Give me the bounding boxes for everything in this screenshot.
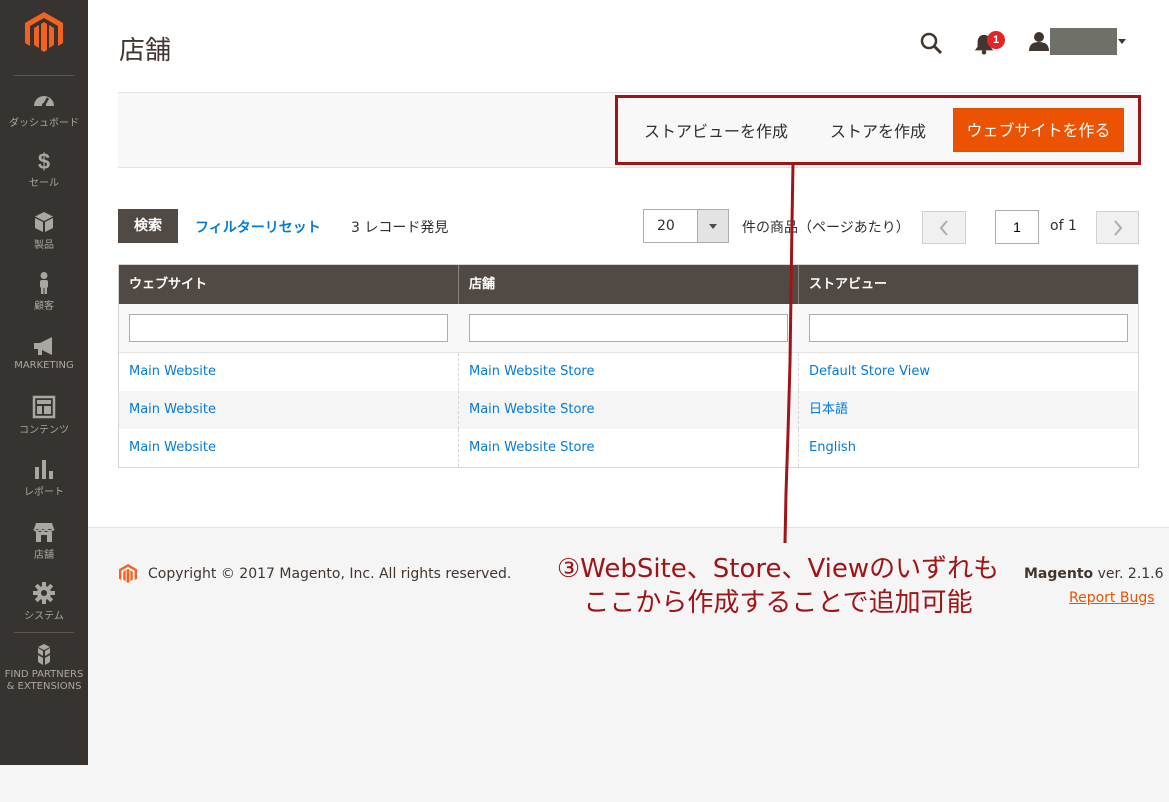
user-name[interactable]: admin: [1050, 28, 1117, 55]
sidebar-item-label: レポート: [24, 487, 64, 498]
page-number-input[interactable]: [995, 210, 1039, 244]
store-view-link[interactable]: 日本語: [799, 391, 1138, 429]
product-name: Magento: [1024, 566, 1094, 582]
next-page-button[interactable]: [1096, 211, 1139, 244]
bottom-margin: [0, 765, 1169, 802]
annotation-highlight-frame: [615, 95, 1141, 165]
user-icon[interactable]: [1029, 31, 1049, 51]
stores-grid: ウェブサイト 店舗 ストアビュー Main Website Main Websi…: [118, 264, 1139, 468]
previous-page-button[interactable]: [922, 211, 966, 244]
sidebar-item-label: 店舗: [34, 550, 54, 561]
grid-header: ウェブサイト 店舗 ストアビュー: [119, 265, 1138, 304]
store-link[interactable]: Main Website Store: [459, 353, 799, 391]
sidebar-item-label: 顧客: [34, 301, 54, 312]
sidebar-item-label: & EXTENSIONS: [6, 681, 82, 692]
column-header-website[interactable]: ウェブサイト: [119, 265, 459, 304]
sidebar-item-label: コンテンツ: [19, 425, 69, 436]
sidebar-item-label: FIND PARTNERS: [4, 669, 84, 680]
megaphone-icon: [34, 337, 52, 355]
annotation-text: ③WebSite、Store、Viewのいずれも ここから作成することで追加可能: [543, 552, 1013, 620]
version-info: Magento ver. 2.1.6: [1024, 566, 1164, 582]
dashboard-icon: [34, 96, 54, 107]
version-number: ver. 2.1.6: [1093, 566, 1164, 582]
sidebar-item-stores[interactable]: 店舗: [0, 520, 88, 561]
store-filter-input[interactable]: [469, 314, 788, 342]
sidebar-item-sales[interactable]: $ セール: [0, 148, 88, 189]
store-view-link[interactable]: Default Store View: [799, 353, 1138, 391]
sidebar-item-system[interactable]: システム: [0, 581, 88, 622]
chevron-right-icon: [1114, 220, 1123, 236]
sidebar-item-label: システム: [24, 611, 64, 622]
records-found: 3 レコード発見: [351, 220, 449, 236]
website-link[interactable]: Main Website: [119, 353, 459, 391]
sidebar-item-content[interactable]: コンテンツ: [0, 395, 88, 436]
magento-logo-icon[interactable]: [25, 12, 63, 54]
magento-logo-icon: [119, 564, 137, 583]
search-icon[interactable]: [919, 31, 943, 55]
sidebar-item-marketing[interactable]: MARKETING: [0, 334, 88, 371]
chevron-down-icon[interactable]: [1118, 39, 1126, 44]
sidebar-item-label: MARKETING: [14, 360, 74, 371]
sidebar-item-reports[interactable]: レポート: [0, 457, 88, 498]
sidebar-item-products[interactable]: 製品: [0, 210, 88, 251]
dollar-icon: $: [38, 149, 50, 172]
report-bugs-link[interactable]: Report Bugs: [1069, 590, 1155, 606]
gear-icon: [33, 582, 55, 604]
sidebar-item-dashboard[interactable]: ダッシュボード: [0, 88, 88, 129]
table-row[interactable]: Main Website Main Website Store Default …: [119, 353, 1138, 391]
table-row[interactable]: Main Website Main Website Store 日本語: [119, 391, 1138, 429]
column-header-store-view[interactable]: ストアビュー: [799, 265, 1138, 304]
chevron-left-icon: [939, 220, 948, 236]
annotation-line: [783, 163, 795, 543]
sidebar-item-customers[interactable]: 顧客: [0, 271, 88, 312]
sidebar-item-label: セール: [29, 178, 59, 189]
store-link[interactable]: Main Website Store: [459, 429, 799, 467]
page-title: 店舗: [119, 36, 172, 66]
store-view-filter-input[interactable]: [809, 314, 1128, 342]
page-total: of 1: [1050, 218, 1077, 234]
sidebar-divider: [14, 632, 74, 633]
cubes-icon: [38, 644, 50, 665]
per-page-label: 件の商品（ページあたり）: [742, 220, 910, 236]
sidebar-item-label: 製品: [34, 240, 54, 251]
column-header-store[interactable]: 店舗: [459, 265, 799, 304]
svg-text:$: $: [38, 149, 50, 172]
admin-app: ダッシュボード $ セール 製品 顧客 MARKETING コンテンツ レポート…: [0, 0, 1169, 765]
chevron-down-icon: [709, 224, 717, 229]
table-row[interactable]: Main Website Main Website Store English: [119, 429, 1138, 467]
copyright-text: Copyright © 2017 Magento, Inc. All right…: [148, 566, 512, 582]
website-link[interactable]: Main Website: [119, 391, 459, 429]
grid-filter-row: [119, 304, 1138, 353]
box-icon: [35, 212, 53, 232]
search-button[interactable]: 検索: [118, 209, 178, 243]
sidebar: ダッシュボード $ セール 製品 顧客 MARKETING コンテンツ レポート…: [0, 0, 88, 765]
notification-badge: 1: [987, 31, 1005, 49]
store-view-link[interactable]: English: [799, 429, 1138, 467]
annotation-line-1: ③WebSite、Store、Viewのいずれも: [556, 554, 1000, 584]
sidebar-item-find-partners[interactable]: FIND PARTNERS & EXTENSIONS: [0, 643, 88, 693]
person-icon: [40, 272, 48, 294]
layout-icon: [32, 395, 56, 419]
reset-filter-link[interactable]: フィルターリセット: [195, 217, 321, 237]
sidebar-item-label: ダッシュボード: [9, 118, 79, 129]
website-link[interactable]: Main Website: [119, 429, 459, 467]
annotation-line-2: ここから作成することで追加可能: [583, 588, 973, 618]
per-page-value[interactable]: 20: [657, 218, 675, 234]
store-icon: [33, 523, 55, 542]
sidebar-divider: [14, 75, 74, 76]
store-link[interactable]: Main Website Store: [459, 391, 799, 429]
bar-chart-icon: [35, 460, 53, 479]
website-filter-input[interactable]: [129, 314, 448, 342]
